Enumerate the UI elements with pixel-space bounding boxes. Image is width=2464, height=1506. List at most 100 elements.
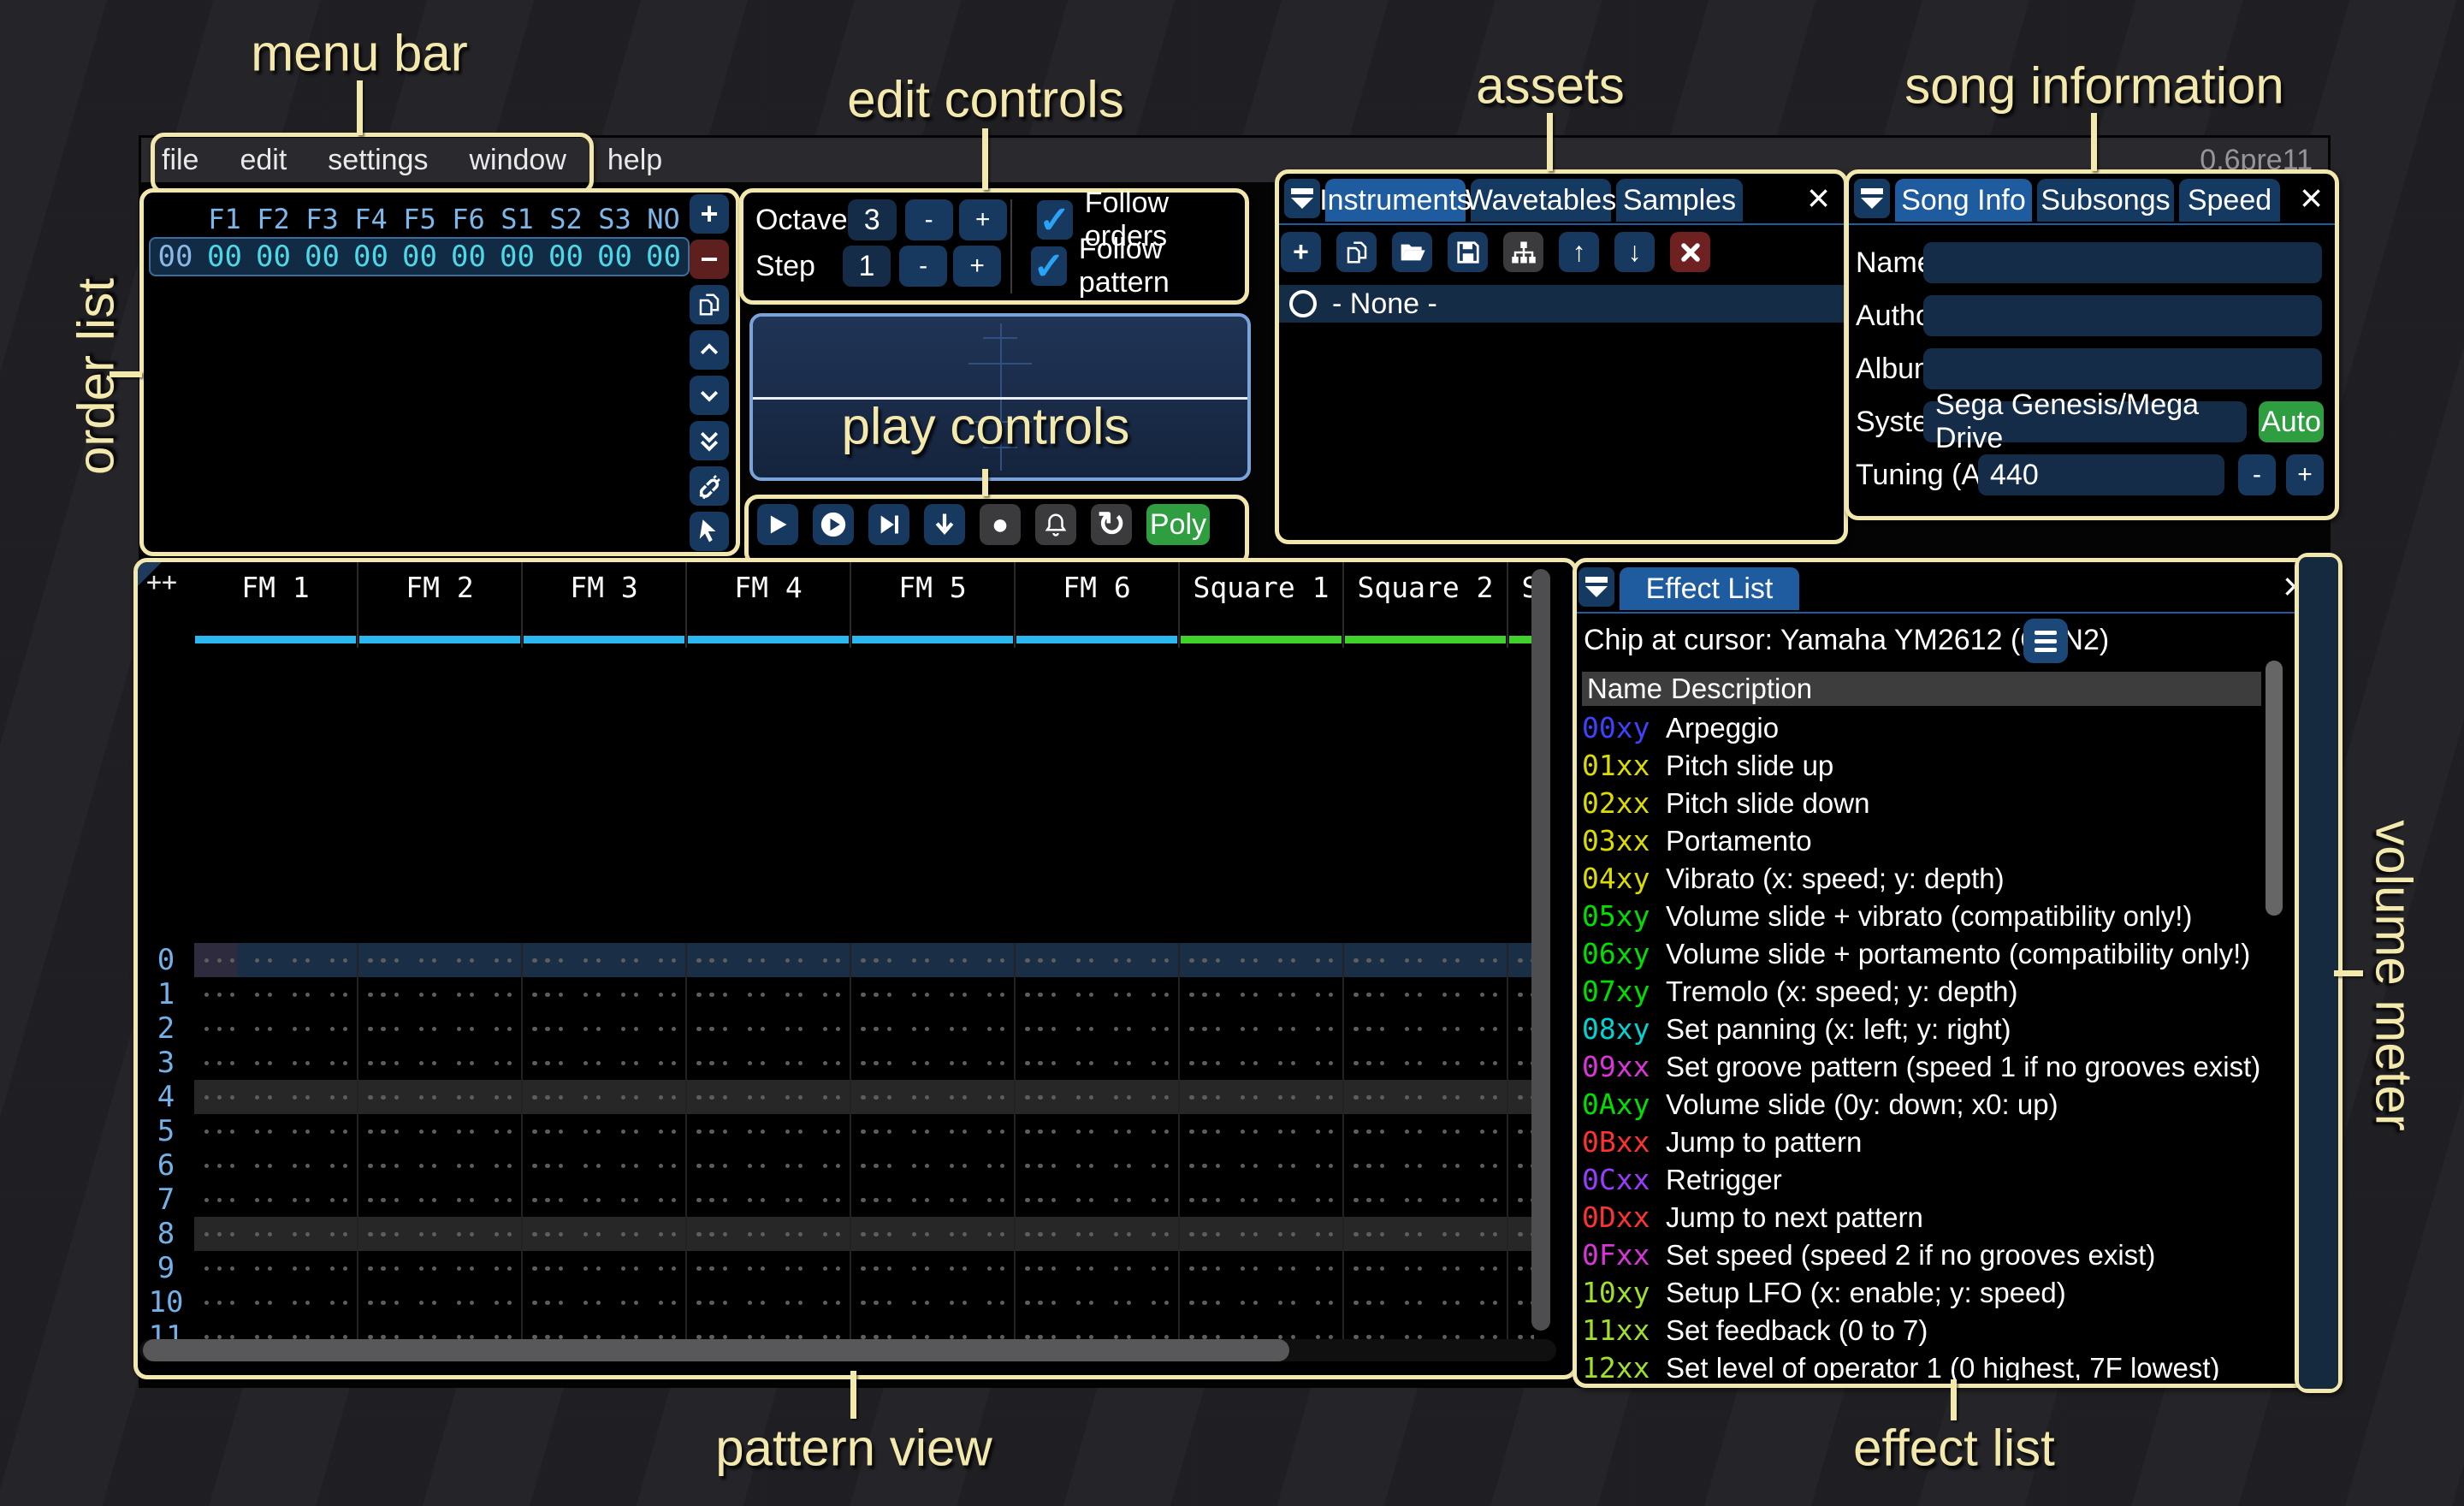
pattern-cell[interactable]	[194, 1114, 358, 1148]
pattern-cell[interactable]	[358, 943, 523, 977]
channel-header-square-3[interactable]: Square 3	[1508, 562, 1534, 648]
pattern-cell[interactable]	[1508, 1285, 1534, 1319]
pattern-cell[interactable]	[1016, 1046, 1180, 1080]
pattern-cell[interactable]	[523, 1011, 687, 1046]
order-change-mode-button[interactable]	[690, 512, 729, 551]
channel-header-fm-4[interactable]: FM 4	[687, 562, 851, 648]
order-cell[interactable]: 00	[200, 240, 249, 274]
pattern-cell[interactable]	[1180, 943, 1344, 977]
system-auto-button[interactable]: Auto	[2259, 401, 2324, 442]
channel-header-fm-2[interactable]: FM 2	[358, 562, 523, 648]
step-decrease-button[interactable]: -	[899, 246, 947, 287]
pattern-cell[interactable]	[1016, 1285, 1180, 1319]
pattern-cell[interactable]	[358, 1046, 523, 1080]
order-cell[interactable]: 00	[493, 240, 542, 274]
pattern-options-button[interactable]: ++	[146, 567, 177, 597]
pattern-cell[interactable]	[523, 1183, 687, 1217]
pattern-cell[interactable]	[523, 1217, 687, 1251]
pattern-cell[interactable]	[1344, 1148, 1508, 1183]
pattern-cell[interactable]	[1180, 1251, 1344, 1285]
order-duplicate-end-button[interactable]	[690, 421, 729, 460]
pattern-cell[interactable]	[851, 1114, 1016, 1148]
tab-instruments[interactable]: Instruments	[1325, 179, 1466, 222]
pattern-cell[interactable]	[194, 1251, 358, 1285]
tab-subsongs[interactable]: Subsongs	[2037, 179, 2174, 222]
pattern-cell[interactable]	[687, 1217, 851, 1251]
metronome-button[interactable]	[1035, 504, 1076, 545]
order-cell[interactable]: 00	[249, 240, 298, 274]
pattern-cell[interactable]	[687, 1011, 851, 1046]
asset-directories-button[interactable]	[1503, 232, 1543, 272]
channel-header-square-1[interactable]: Square 1	[1180, 562, 1344, 648]
order-cell[interactable]: 00	[395, 240, 444, 274]
pattern-cell[interactable]	[523, 1148, 687, 1183]
pattern-cell[interactable]	[1016, 1080, 1180, 1114]
order-cell[interactable]: 00	[298, 240, 346, 274]
pattern-cell[interactable]	[1344, 977, 1508, 1011]
pattern-cell[interactable]	[523, 977, 687, 1011]
pattern-cell[interactable]	[1016, 1011, 1180, 1046]
poly-button[interactable]: Poly	[1146, 504, 1210, 545]
pattern-vertical-scrollbar[interactable]	[1531, 569, 1550, 1331]
tab-samples[interactable]: Samples	[1616, 179, 1743, 222]
pattern-cell[interactable]	[194, 1080, 358, 1114]
pattern-cell[interactable]	[194, 1285, 358, 1319]
channel-header-fm-3[interactable]: FM 3	[523, 562, 687, 648]
order-deep-clone-button[interactable]	[690, 466, 729, 506]
pattern-cell[interactable]	[523, 943, 687, 977]
tuning-increase-button[interactable]: +	[2286, 454, 2324, 495]
pattern-cell[interactable]	[687, 943, 851, 977]
order-row[interactable]: 0000000000000000000000	[149, 237, 690, 276]
pattern-cell[interactable]	[1508, 1148, 1534, 1183]
collapse-icon[interactable]	[1578, 567, 1614, 607]
order-cell[interactable]: 00	[444, 240, 493, 274]
follow-orders-checkbox[interactable]: ✓	[1037, 200, 1073, 240]
pattern-cell[interactable]	[1344, 1011, 1508, 1046]
pattern-cell[interactable]	[194, 1011, 358, 1046]
order-cell[interactable]: 00	[542, 240, 590, 274]
pattern-cell[interactable]	[1016, 1183, 1180, 1217]
pattern-cell[interactable]	[851, 1148, 1016, 1183]
pattern-cell[interactable]	[194, 943, 358, 977]
channel-header-square-2[interactable]: Square 2	[1344, 562, 1508, 648]
stop-button[interactable]	[924, 504, 965, 545]
step-input[interactable]: 1	[843, 246, 891, 287]
pattern-cell[interactable]	[523, 1080, 687, 1114]
album-input[interactable]	[1923, 348, 2322, 389]
pattern-cell[interactable]	[358, 1080, 523, 1114]
save-asset-button[interactable]	[1448, 232, 1488, 272]
octave-decrease-button[interactable]: -	[905, 199, 953, 240]
effect-list-scrollbar[interactable]	[2266, 661, 2283, 916]
pattern-cell[interactable]	[851, 1251, 1016, 1285]
pattern-cell[interactable]	[523, 1251, 687, 1285]
system-select[interactable]: Sega Genesis/Mega Drive	[1923, 401, 2247, 442]
pattern-cell[interactable]	[523, 1046, 687, 1080]
pattern-cell[interactable]	[851, 1183, 1016, 1217]
tab-effect-list[interactable]: Effect List	[1620, 567, 1799, 610]
pattern-cell[interactable]	[851, 977, 1016, 1011]
pattern-cell[interactable]	[358, 1114, 523, 1148]
pattern-cell[interactable]	[358, 1011, 523, 1046]
pattern-cell[interactable]	[851, 1080, 1016, 1114]
effect-list-menu-button[interactable]	[2023, 619, 2068, 663]
pattern-cell[interactable]	[1180, 1285, 1344, 1319]
pattern-cell[interactable]	[1508, 1046, 1534, 1080]
collapse-icon[interactable]	[1284, 179, 1320, 218]
order-add-button[interactable]: +	[690, 194, 729, 234]
pattern-cell[interactable]	[851, 1285, 1016, 1319]
order-duplicate-button[interactable]	[690, 285, 729, 324]
pattern-cell[interactable]	[194, 1183, 358, 1217]
pattern-cell[interactable]	[523, 1285, 687, 1319]
pattern-cell[interactable]	[851, 1217, 1016, 1251]
pattern-cell[interactable]	[1344, 1080, 1508, 1114]
pattern-cell[interactable]	[1508, 977, 1534, 1011]
pattern-cell[interactable]	[1016, 977, 1180, 1011]
pattern-cell[interactable]	[194, 1046, 358, 1080]
menu-item-help[interactable]: help	[587, 144, 683, 177]
pattern-cell[interactable]	[1180, 1046, 1344, 1080]
close-icon[interactable]: ×	[1807, 181, 1830, 215]
pattern-cell[interactable]	[687, 1285, 851, 1319]
pattern-cell[interactable]	[358, 1183, 523, 1217]
pattern-cell[interactable]	[523, 1114, 687, 1148]
pattern-cell[interactable]	[1508, 1183, 1534, 1217]
